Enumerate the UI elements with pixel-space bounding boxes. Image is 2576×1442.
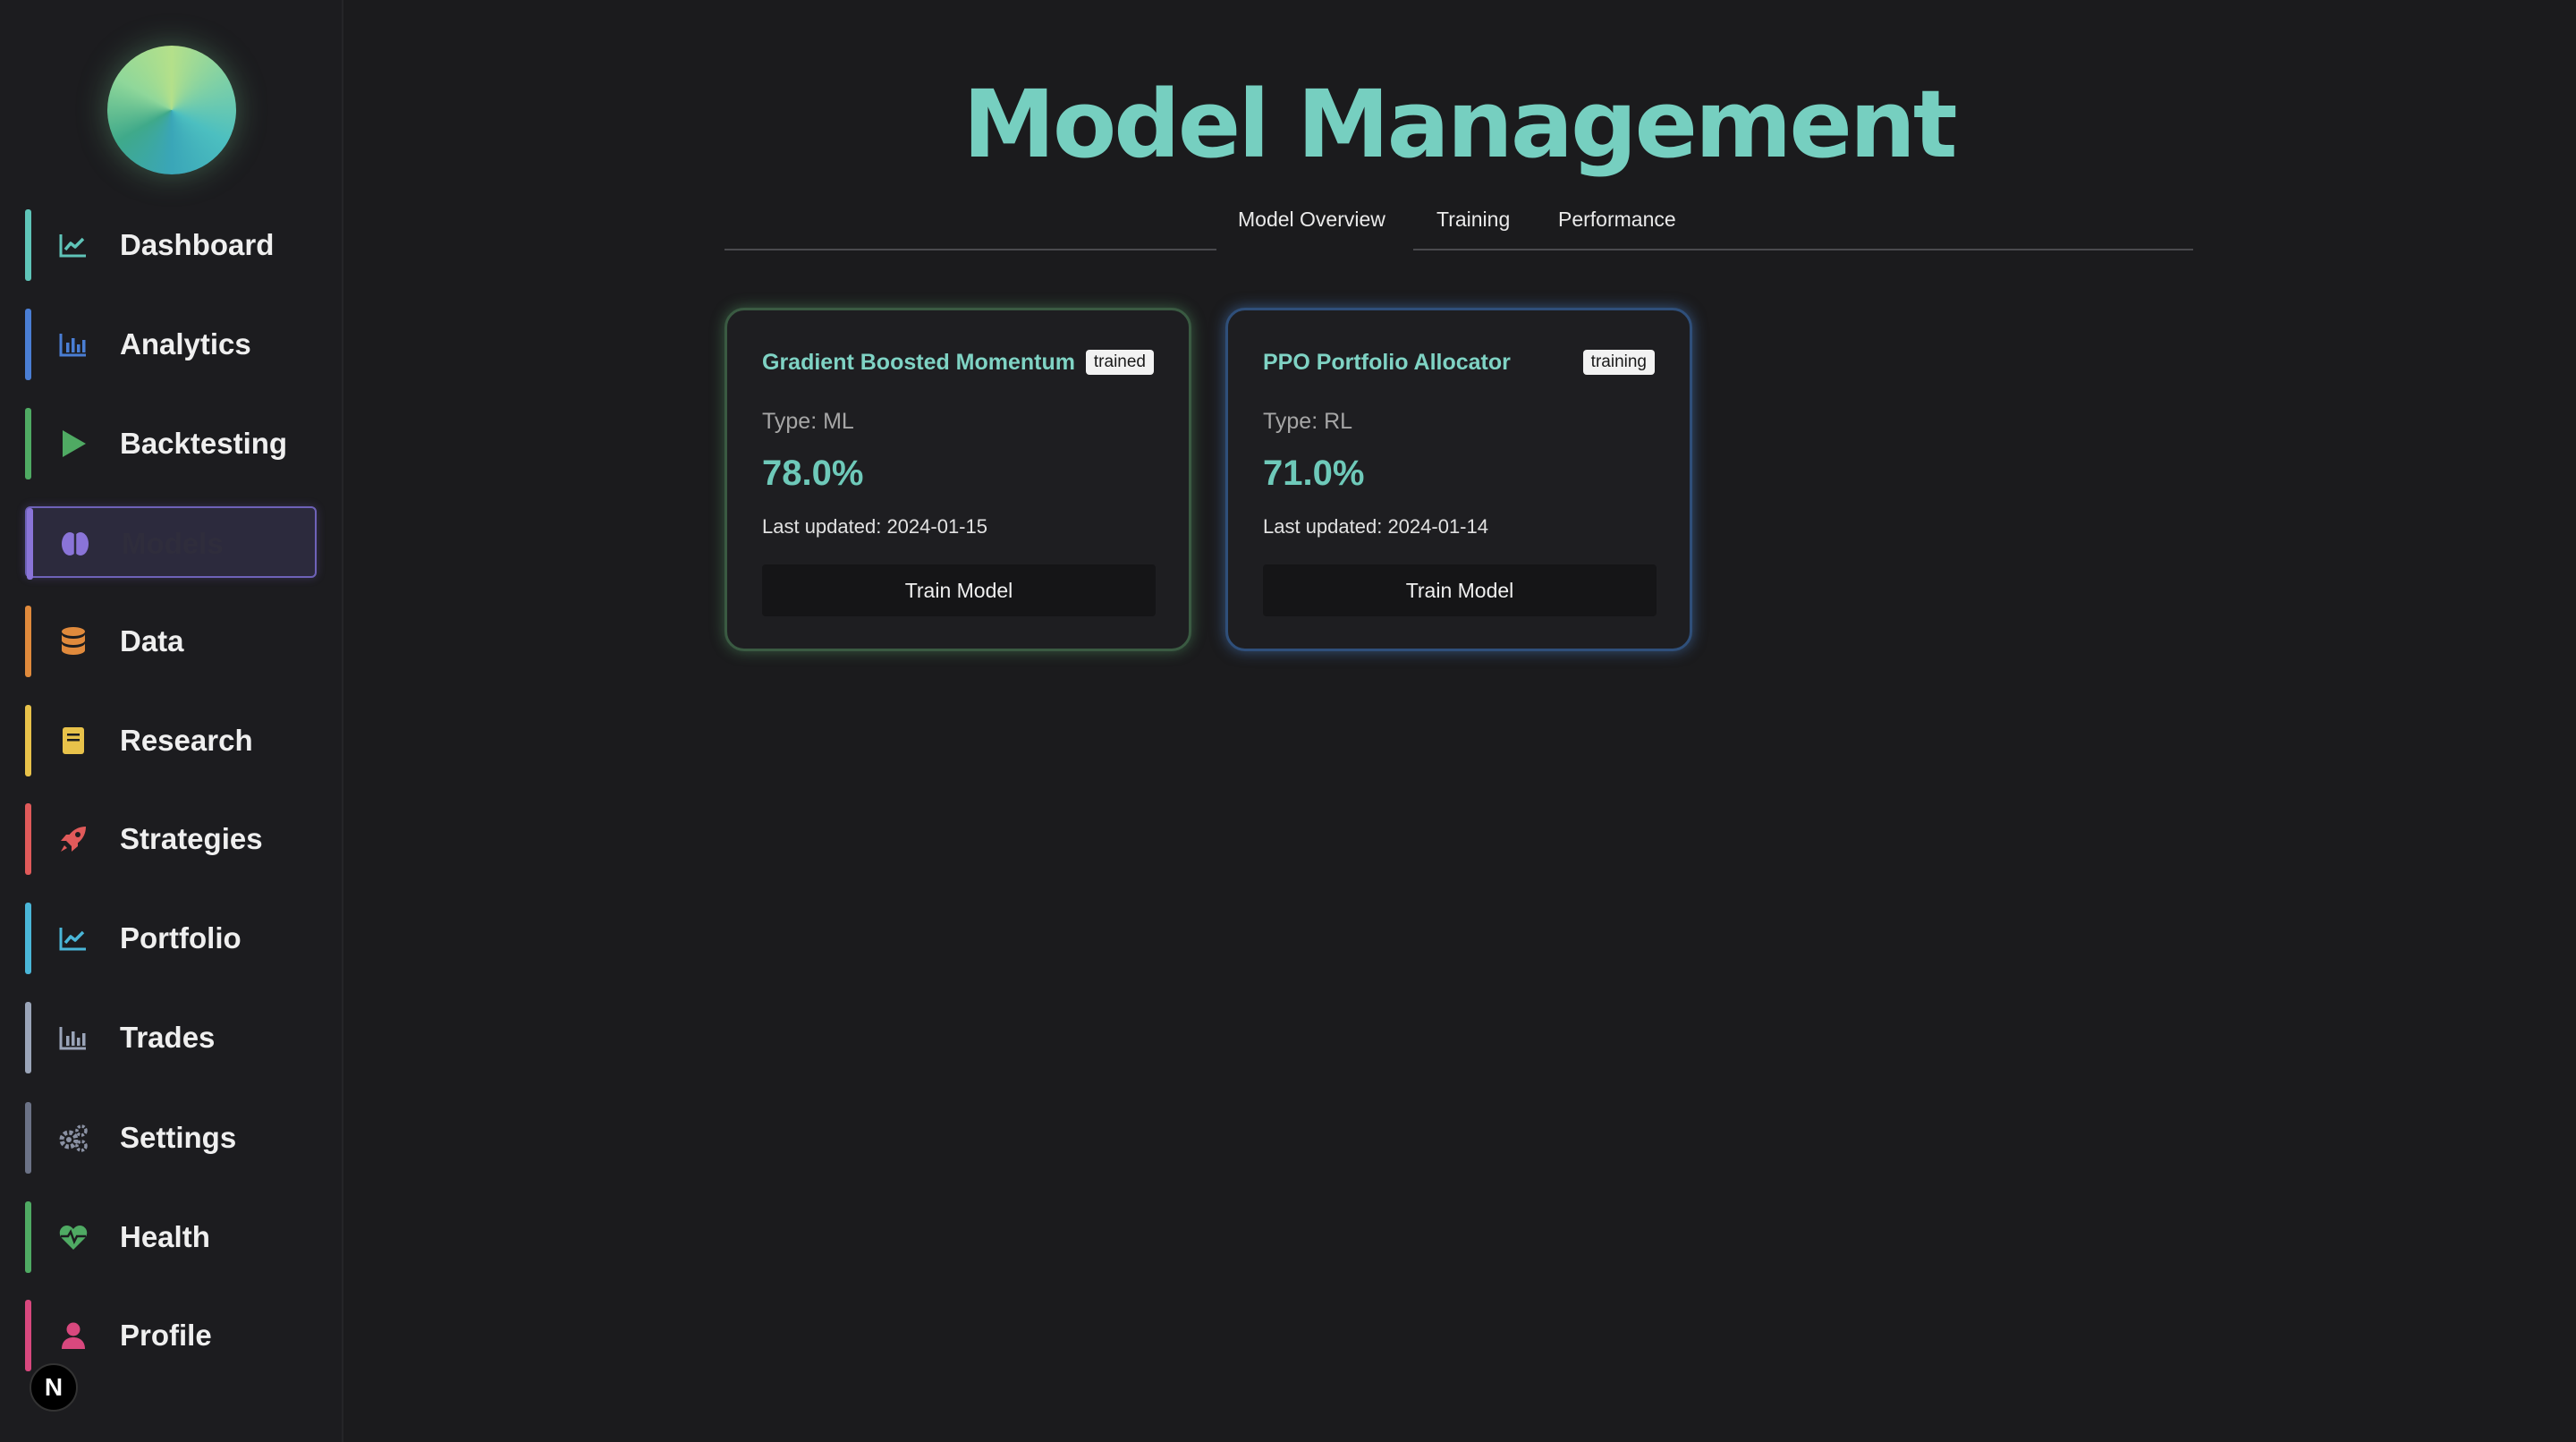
sidebar-item-label: Analytics xyxy=(120,327,251,360)
sidebar-item-accent xyxy=(25,408,31,479)
book-icon xyxy=(57,725,89,757)
sidebar-item-accent xyxy=(25,705,31,776)
tab-model-overview[interactable]: Model Overview xyxy=(1238,208,1385,232)
status-badge: training xyxy=(1582,350,1655,375)
sidebar-item-strategies[interactable]: Strategies xyxy=(25,803,317,875)
sidebar-item-accent xyxy=(25,1300,31,1371)
gears-icon xyxy=(57,1122,89,1154)
sidebar-item-accent xyxy=(25,309,31,380)
app-root: Dashboard Analytics Backtesting Models D… xyxy=(0,0,2576,1442)
model-accuracy: 71.0% xyxy=(1263,454,1365,493)
sidebar-item-models[interactable]: Models xyxy=(25,506,317,580)
bar-chart-icon xyxy=(57,1022,89,1054)
last-updated: Last updated: 2024-01-14 xyxy=(1263,515,1488,538)
sidebar-item-label: Backtesting xyxy=(120,427,288,460)
tab-performance[interactable]: Performance xyxy=(1558,208,1676,232)
sidebar-item-label: Profile xyxy=(120,1319,212,1352)
last-updated: Last updated: 2024-01-15 xyxy=(762,515,987,538)
play-icon xyxy=(57,428,89,460)
sidebar-item-label: Settings xyxy=(120,1121,237,1154)
line-chart-icon xyxy=(57,922,89,954)
bar-chart-icon xyxy=(57,328,89,360)
sidebar-item-portfolio[interactable]: Portfolio xyxy=(25,903,317,974)
sidebar-item-label: Strategies xyxy=(120,822,263,855)
sidebar-item-data[interactable]: Data xyxy=(25,606,317,677)
sidebar-item-health[interactable]: Health xyxy=(25,1201,317,1273)
sidebar-item-accent xyxy=(25,1201,31,1273)
heartbeat-icon xyxy=(57,1221,89,1253)
sidebar-item-accent xyxy=(25,803,31,875)
model-card-title: Gradient Boosted Momentum xyxy=(762,350,1076,375)
sidebar-item-label: Trades xyxy=(120,1021,216,1054)
user-icon xyxy=(57,1319,89,1352)
sidebar-item-label: Research xyxy=(120,724,253,757)
sidebar-item-settings[interactable]: Settings xyxy=(25,1102,317,1174)
sidebar-item-label: Health xyxy=(120,1220,210,1253)
sidebar-item-accent xyxy=(25,209,31,281)
tab-training[interactable]: Training xyxy=(1436,208,1510,232)
rocket-icon xyxy=(57,823,89,855)
sidebar-item-label: Models xyxy=(122,527,224,560)
model-card: PPO Portfolio Allocator training Type: R… xyxy=(1225,308,1692,651)
model-accuracy: 78.0% xyxy=(762,454,864,493)
sidebar-item-label: Data xyxy=(120,624,184,657)
model-type: Type: ML xyxy=(762,409,854,434)
sidebar-item-label: Portfolio xyxy=(120,921,242,954)
sidebar-item-label: Dashboard xyxy=(120,228,275,261)
sidebar-item-accent xyxy=(25,1102,31,1174)
brain-icon xyxy=(59,528,91,560)
sidebar-item-trades[interactable]: Trades xyxy=(25,1002,317,1073)
tabs-divider-left xyxy=(724,249,1216,250)
train-model-button[interactable]: Train Model xyxy=(1263,564,1657,616)
sidebar-item-profile[interactable]: Profile xyxy=(25,1300,317,1371)
page-title: Model Management xyxy=(962,70,1957,179)
train-model-button[interactable]: Train Model xyxy=(762,564,1156,616)
sidebar: Dashboard Analytics Backtesting Models D… xyxy=(0,0,343,1442)
dev-badge[interactable]: N xyxy=(30,1363,78,1412)
model-type: Type: RL xyxy=(1263,409,1353,434)
sidebar-item-accent xyxy=(25,903,31,974)
model-card: Gradient Boosted Momentum trained Type: … xyxy=(724,308,1191,651)
tabs-divider-right xyxy=(1413,249,2193,250)
logo-orb[interactable] xyxy=(107,46,236,174)
database-icon xyxy=(57,625,89,657)
sidebar-item-dashboard[interactable]: Dashboard xyxy=(25,209,317,281)
model-card-title: PPO Portfolio Allocator xyxy=(1263,350,1511,375)
sidebar-item-accent xyxy=(25,606,31,677)
status-badge: trained xyxy=(1085,350,1154,375)
sidebar-item-research[interactable]: Research xyxy=(25,705,317,776)
sidebar-item-accent xyxy=(25,1002,31,1073)
sidebar-item-accent xyxy=(27,508,33,580)
sidebar-item-backtesting[interactable]: Backtesting xyxy=(25,408,317,479)
main-content: Model Management Model Overview Training… xyxy=(342,0,2576,1442)
line-chart-icon xyxy=(57,229,89,261)
sidebar-item-analytics[interactable]: Analytics xyxy=(25,309,317,380)
